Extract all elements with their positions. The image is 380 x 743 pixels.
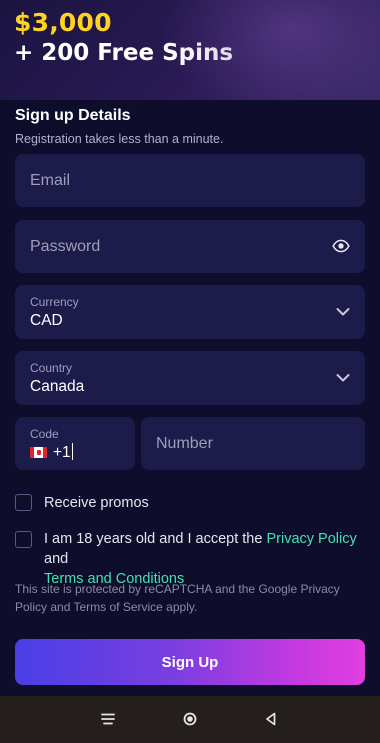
number-placeholder: Number: [156, 435, 213, 452]
terms-and: and: [44, 551, 69, 567]
android-nav-bar: [0, 696, 380, 743]
form-title: Sign up Details: [15, 107, 131, 124]
sign-up-button[interactable]: Sign Up: [15, 639, 365, 685]
chevron-down-icon: [336, 308, 350, 316]
email-field[interactable]: Email: [15, 154, 365, 207]
country-value: Canada: [30, 378, 85, 395]
currency-label: Currency: [30, 295, 79, 309]
country-select[interactable]: Country Canada: [15, 351, 365, 405]
signup-form: Sign up Details Registration takes less …: [0, 100, 380, 696]
currency-select[interactable]: Currency CAD: [15, 285, 365, 339]
menu-lines-icon[interactable]: [99, 710, 117, 728]
recaptcha-notice: This site is protected by reCAPTCHA and …: [15, 582, 340, 614]
code-label: Code: [30, 427, 59, 441]
bonus-amount: $3,000: [14, 8, 112, 37]
triangle-back-icon[interactable]: [262, 710, 280, 728]
promo-banner: $3,000 + 200 Free Spins: [0, 0, 380, 100]
password-placeholder: Password: [30, 238, 101, 255]
text-caret: [71, 443, 73, 460]
promos-checkbox[interactable]: [15, 494, 32, 511]
code-value: +1: [53, 444, 71, 461]
canada-flag-icon: [30, 447, 47, 458]
form-subtitle: Registration takes less than a minute.: [15, 132, 224, 146]
bonus-free-spins: + 200 Free Spins: [14, 40, 234, 66]
eye-icon[interactable]: [332, 237, 350, 255]
country-code-select[interactable]: Code +1: [15, 417, 135, 470]
terms-prefix: I am 18 years old and I accept the: [44, 531, 267, 547]
country-label: Country: [30, 361, 73, 375]
chevron-down-icon: [336, 374, 350, 382]
password-field[interactable]: Password: [15, 220, 365, 273]
email-placeholder: Email: [30, 172, 71, 189]
circle-home-icon[interactable]: [181, 710, 199, 728]
code-value-wrap: +1: [53, 443, 73, 462]
terms-checkbox[interactable]: [15, 531, 32, 548]
currency-value: CAD: [30, 312, 63, 329]
phone-number-field[interactable]: Number: [141, 417, 365, 470]
promos-label: Receive promos: [44, 495, 149, 511]
privacy-policy-link[interactable]: Privacy Policy: [266, 531, 356, 547]
